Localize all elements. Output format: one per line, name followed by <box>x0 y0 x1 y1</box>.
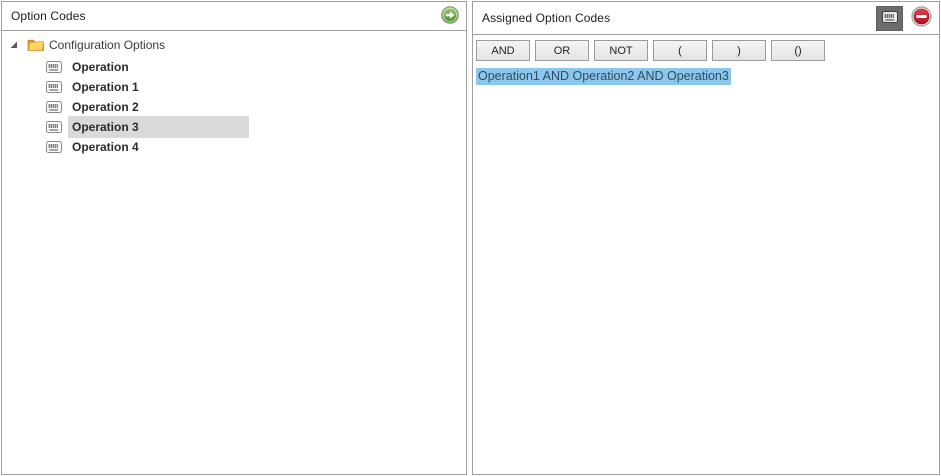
barcode-icon <box>46 121 62 133</box>
tree-item[interactable]: Operation 3 <box>2 117 466 137</box>
right-panel-title: Assigned Option Codes <box>482 11 610 25</box>
option-code-barcode-button[interactable] <box>876 6 903 31</box>
barcode-button-icon <box>882 11 898 26</box>
barcode-icon <box>46 81 62 93</box>
tree-item[interactable]: Operation 1 <box>2 77 466 97</box>
green-arrow-right-icon <box>441 6 459 27</box>
tree-item-label: Operation 2 <box>72 100 139 114</box>
operator-toolbar: ANDORNOT()() <box>473 35 939 65</box>
operator-button-open-paren[interactable]: ( <box>653 40 707 61</box>
barcode-icon <box>46 141 62 153</box>
tree-item-label: Operation 1 <box>72 80 139 94</box>
option-codes-panel: Option Codes <box>1 1 467 475</box>
assigned-option-codes-panel: Assigned Option Codes <box>472 1 940 475</box>
operator-button-not[interactable]: NOT <box>594 40 648 61</box>
tree-item[interactable]: Operation 4 <box>2 137 466 157</box>
barcode-icon <box>46 61 62 73</box>
add-option-code-button[interactable] <box>441 6 459 27</box>
tree-item-label: Operation <box>72 60 129 74</box>
option-codes-tree: Configuration Options Operation <box>2 31 466 474</box>
barcode-icon <box>46 101 62 113</box>
tree-item[interactable]: Operation <box>2 57 466 77</box>
tree-item-label: Operation 3 <box>72 120 139 134</box>
remove-option-code-button[interactable] <box>911 6 932 30</box>
tree-root-node[interactable]: Configuration Options <box>2 36 466 54</box>
expression-area[interactable] <box>473 87 939 474</box>
tree-root-label: Configuration Options <box>49 38 165 52</box>
expander-icon[interactable] <box>10 41 20 49</box>
tree-item-label: Operation 4 <box>72 140 139 154</box>
operator-button-paren-pair[interactable]: () <box>771 40 825 61</box>
red-minus-icon <box>911 6 932 30</box>
option-codes-window: Option Codes <box>0 0 941 476</box>
operator-button-close-paren[interactable]: ) <box>712 40 766 61</box>
operator-button-or[interactable]: OR <box>535 40 589 61</box>
tree-item[interactable]: Operation 2 <box>2 97 466 117</box>
folder-icon <box>27 38 44 52</box>
tree-item-list: Operation Operation 1 <box>2 57 466 157</box>
operator-button-and[interactable]: AND <box>476 40 530 61</box>
right-panel-header: Assigned Option Codes <box>473 2 939 35</box>
left-panel-title: Option Codes <box>11 9 86 23</box>
expression-text[interactable]: Operation1 AND Operation2 AND Operation3 <box>476 68 731 85</box>
expression-line[interactable]: Operation1 AND Operation2 AND Operation3 <box>473 65 939 87</box>
left-panel-header: Option Codes <box>2 2 466 31</box>
